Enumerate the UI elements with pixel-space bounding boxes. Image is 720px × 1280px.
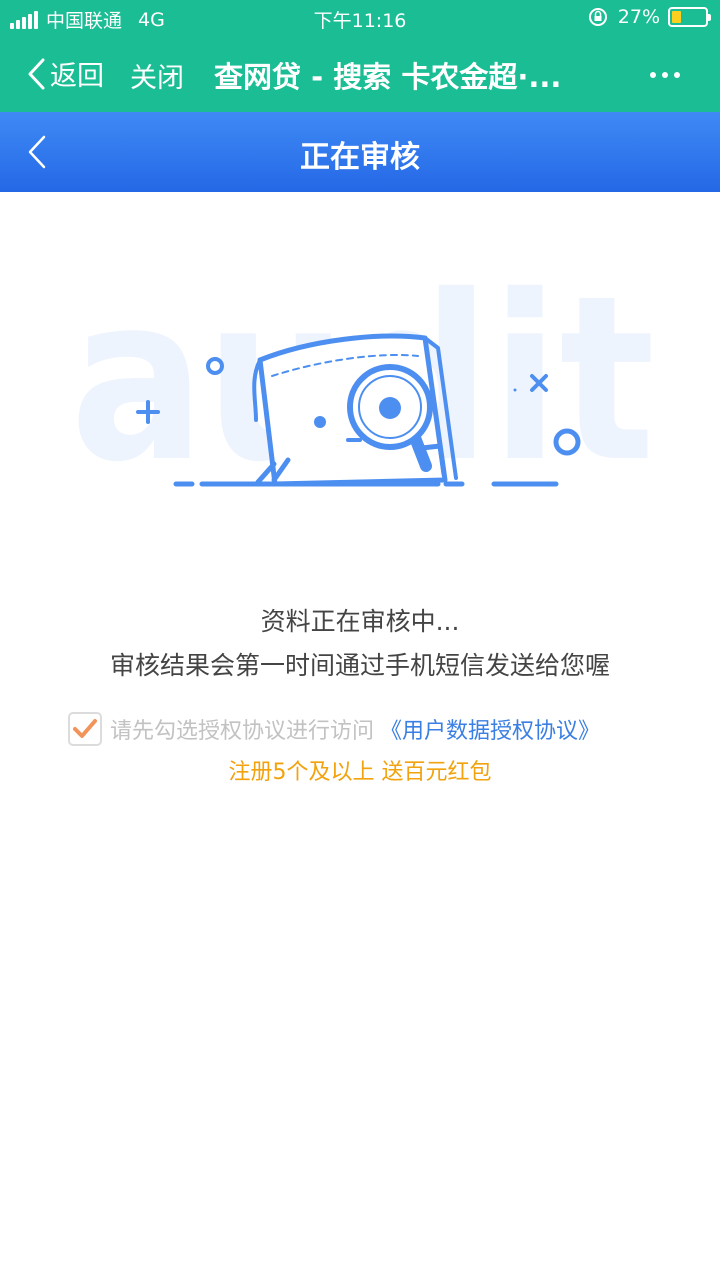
agreement-link[interactable]: 《用户数据授权协议》 <box>380 713 600 745</box>
rotation-lock-icon <box>588 8 607 26</box>
browser-title: 查网贷 - 搜索 卡农金超·... <box>214 60 562 94</box>
back-label: 返回 <box>50 61 104 92</box>
agreement-hint: 请先勾选授权协议进行访问 <box>110 719 375 744</box>
back-button[interactable]: 返回 <box>26 54 104 93</box>
battery-icon <box>668 7 711 27</box>
audit-illustration: audit <box>70 280 655 510</box>
agreement-checkbox[interactable] <box>68 712 102 746</box>
review-status-text: 资料正在审核中... <box>260 607 460 636</box>
status-right: 27% <box>588 6 711 28</box>
checkmark-icon <box>73 719 97 738</box>
review-notice-text: 审核结果会第一时间通过手机短信发送给您喔 <box>109 651 610 680</box>
status-bar: 中国联通 4G 下午11:16 27% <box>0 0 720 36</box>
chevron-left-icon <box>28 58 45 89</box>
page-header: 正在审核 <box>0 112 720 192</box>
promo-text: 注册5个及以上 送百元红包 <box>228 760 492 785</box>
close-button[interactable]: 关闭 <box>130 56 184 95</box>
battery-level <box>672 11 681 23</box>
agreement-row: 请先勾选授权协议进行访问 《用户数据授权协议》 <box>68 712 600 746</box>
more-icon[interactable] <box>644 72 680 78</box>
battery-percent: 27% <box>617 6 660 28</box>
browser-nav-bar: 返回 关闭 查网贷 - 搜索 卡农金超·... <box>0 36 720 112</box>
page-title: 正在审核 <box>300 140 420 175</box>
